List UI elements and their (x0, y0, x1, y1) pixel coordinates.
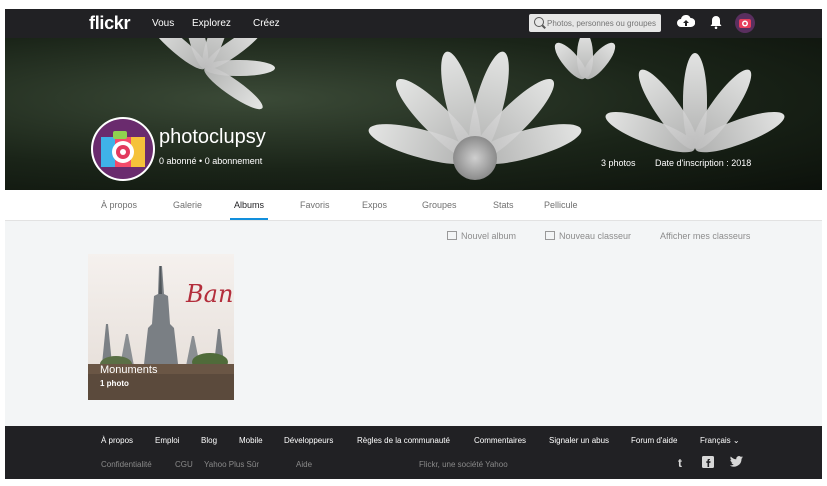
footer-company-text: Flickr, une société Yahoo (419, 460, 508, 469)
footer-language-select[interactable]: Français ⌄ (700, 436, 740, 445)
new-collection-button[interactable]: Nouveau classeur (545, 231, 631, 241)
footer-link-terms[interactable]: CGU (175, 460, 193, 469)
footer-link-feedback[interactable]: Commentaires (474, 436, 526, 445)
nav-you[interactable]: Vous (152, 18, 174, 29)
upload-cloud-icon[interactable] (677, 14, 696, 34)
footer-link-blog[interactable]: Blog (201, 436, 217, 445)
new-album-label: Nouvel album (461, 231, 517, 241)
facebook-icon[interactable] (702, 456, 714, 471)
tab-groups[interactable]: Groupes (422, 200, 457, 210)
user-avatar-icon[interactable] (735, 13, 755, 38)
footer-link-developers[interactable]: Développeurs (284, 436, 333, 445)
footer-link-about[interactable]: À propos (101, 436, 133, 445)
footer-link-jobs[interactable]: Emploi (155, 436, 179, 445)
footer-link-help[interactable]: Aide (296, 460, 312, 469)
album-photo-count: 1 photo (100, 379, 129, 388)
album-title: Monuments (100, 364, 158, 376)
tab-exhibits[interactable]: Expos (362, 200, 387, 210)
page: flickr Vous Explorez Créez Photos, perso… (5, 9, 822, 479)
plus-box-icon (545, 231, 555, 240)
show-collections-link[interactable]: Afficher mes classeurs (660, 231, 750, 241)
tab-gallery[interactable]: Galerie (173, 200, 202, 210)
footer-link-help-forum[interactable]: Forum d'aide (631, 436, 677, 445)
tab-albums[interactable]: Albums (229, 200, 269, 220)
album-card[interactable]: Ban Monuments 1 photo (88, 254, 234, 400)
tab-camera-roll[interactable]: Pellicule (544, 200, 578, 210)
tab-favorites[interactable]: Favoris (300, 200, 330, 210)
tab-stats[interactable]: Stats (493, 200, 514, 210)
plus-box-icon (447, 231, 457, 240)
search-icon (534, 17, 544, 27)
profile-username: photoclupsy (159, 126, 266, 148)
twitter-icon[interactable] (729, 456, 743, 470)
profile-join-date: Date d'inscription : 2018 (655, 158, 752, 168)
search-box[interactable] (529, 14, 661, 32)
footer-link-yahoo-safety[interactable]: Yahoo Plus Sûr (204, 460, 259, 469)
new-collection-label: Nouveau classeur (559, 231, 632, 241)
notification-bell-icon[interactable] (710, 15, 722, 34)
cover-photo: photoclupsy 0 abonné • 0 abonnement 3 ph… (5, 38, 822, 190)
profile-photo-count: 3 photos (601, 158, 636, 168)
search-input[interactable] (547, 14, 657, 32)
tumblr-icon[interactable]: t (678, 456, 682, 470)
top-nav: flickr Vous Explorez Créez (5, 9, 822, 38)
nav-explore[interactable]: Explorez (192, 18, 231, 29)
footer-link-mobile[interactable]: Mobile (239, 436, 263, 445)
footer-link-guidelines[interactable]: Règles de la communauté (357, 436, 450, 445)
profile-avatar[interactable] (91, 117, 155, 181)
profile-followers[interactable]: 0 abonné • 0 abonnement (159, 156, 262, 166)
nav-create[interactable]: Créez (253, 18, 280, 29)
profile-tabs: À propos Galerie Albums Favoris Expos Gr… (5, 190, 822, 221)
footer-link-report-abuse[interactable]: Signaler un abus (549, 436, 609, 445)
tab-about[interactable]: À propos (101, 200, 137, 210)
new-album-button[interactable]: Nouvel album (447, 231, 516, 241)
flickr-logo[interactable]: flickr (89, 13, 131, 34)
album-banner-text: Ban (186, 280, 234, 308)
footer: À propos Emploi Blog Mobile Développeurs… (5, 426, 822, 479)
footer-link-privacy[interactable]: Confidentialité (101, 460, 152, 469)
